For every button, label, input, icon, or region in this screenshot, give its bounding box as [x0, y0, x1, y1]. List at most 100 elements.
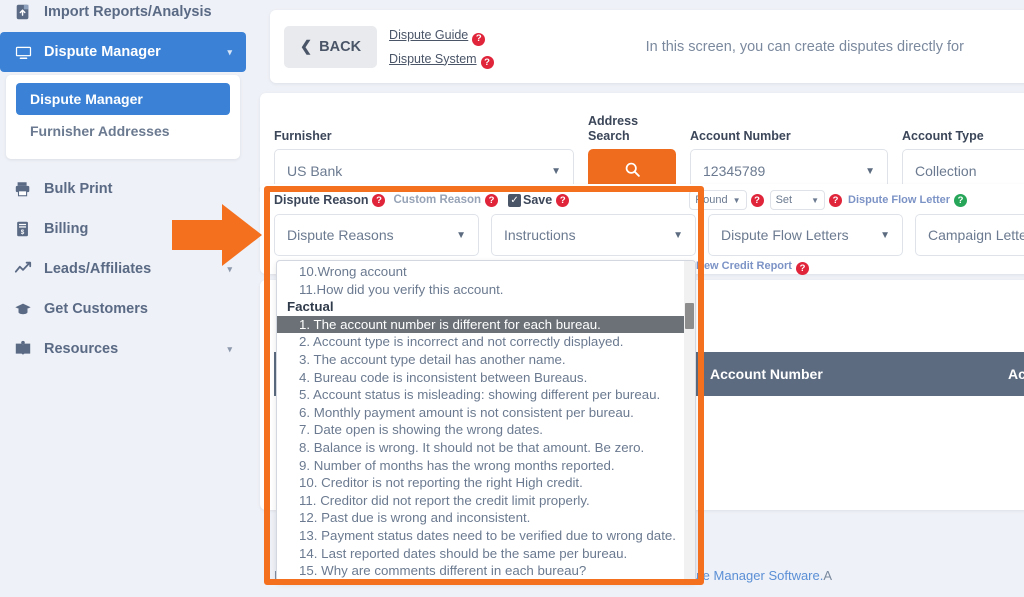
back-button-label: BACK	[319, 38, 362, 55]
dispute-flow-letter-label: Dispute Flow Letter	[848, 194, 951, 206]
save-checkbox[interactable]: ✓	[508, 193, 522, 207]
dropdown-option[interactable]: 14. Last reported dates should be the sa…	[277, 545, 695, 563]
page-topbar: ❮ BACK Dispute Guide? Dispute System? In…	[270, 10, 1024, 83]
custom-reason-label[interactable]: Custom Reason	[393, 194, 481, 206]
sidebar-item-label: Resources	[44, 341, 119, 357]
help-icon[interactable]: ?	[750, 193, 764, 207]
dispute-reasons-select[interactable]: Dispute Reasons ▼	[274, 214, 479, 256]
sidebar-submenu-dispute-manager: Dispute Manager Furnisher Addresses	[6, 75, 240, 159]
chevron-down-icon: ▼	[865, 165, 875, 177]
help-icon[interactable]: ?	[829, 193, 842, 207]
dropdown-option[interactable]: 2. Account type is incorrect and not cor…	[277, 333, 695, 351]
chevron-down-icon: ▼	[811, 195, 819, 205]
set-select[interactable]: Set ▼	[769, 190, 825, 210]
dispute-flow-letters-value: Dispute Flow Letters	[721, 227, 849, 243]
chevron-down-icon: ▼	[456, 229, 466, 241]
round-select-value: Round	[695, 194, 728, 206]
dropdown-option[interactable]: 16. Each bureau is showing a different D…	[277, 580, 695, 582]
dropdown-option[interactable]: 12. Past due is wrong and inconsistent.	[277, 509, 695, 527]
sidebar-item-label: Import Reports/Analysis	[44, 4, 212, 20]
new-credit-report-row: New Credit Report?	[696, 260, 809, 275]
dispute-reason-toolbar: Dispute Reason ? Custom Reason ? ✓ Save …	[260, 184, 1024, 210]
account-number-value: 12345789	[703, 163, 766, 179]
dispute-flow-letters-select[interactable]: Dispute Flow Letters ▼	[708, 214, 903, 256]
sidebar-item-get-customers[interactable]: Get Customers	[0, 289, 246, 329]
dropdown-option[interactable]: 10. Creditor is not reporting the right …	[277, 474, 695, 492]
dropdown-option[interactable]: 13. Payment status dates need to be veri…	[277, 527, 695, 545]
furnisher-select-value: US Bank	[287, 163, 343, 179]
sidebar-item-dispute-manager[interactable]: Dispute Manager ▾	[0, 32, 246, 72]
dropdown-option[interactable]: 11. Creditor did not report the credit l…	[277, 492, 695, 510]
chevron-down-icon: ▾	[227, 46, 232, 57]
chart-line-icon	[14, 260, 34, 278]
sidebar-item-label: Leads/Affiliates	[44, 261, 152, 277]
dropdown-option[interactable]: 1. The account number is different for e…	[277, 315, 695, 334]
monitor-icon	[14, 43, 34, 61]
field-address-search: Address Search	[588, 114, 676, 193]
sidebar-subitem-label: Furnisher Addresses	[30, 123, 170, 139]
help-icon[interactable]: ?	[480, 55, 494, 69]
account-type-value: Collection	[915, 163, 977, 179]
instructions-value: Instructions	[504, 227, 576, 243]
dropdown-scrollbar-thumb[interactable]	[685, 303, 694, 329]
dropdown-option[interactable]: 7. Date open is showing the wrong dates.	[277, 421, 695, 439]
dropdown-option[interactable]: 10.Wrong account	[277, 263, 695, 281]
printer-icon	[14, 180, 34, 198]
dropdown-option[interactable]: 8. Balance is wrong. It should not be th…	[277, 439, 695, 457]
chevron-down-icon: ▼	[551, 165, 561, 177]
chevron-down-icon: ▼	[732, 195, 741, 205]
dispute-reasons-dropdown-list: 10.Wrong account 11.How did you verify th…	[277, 261, 695, 582]
book-icon	[14, 340, 34, 358]
help-icon[interactable]: ?	[472, 32, 486, 46]
furnisher-form-card: Furnisher US Bank ▼ Address Search Accou…	[260, 93, 1024, 193]
dropdown-scrollbar[interactable]	[684, 261, 695, 581]
field-label: Furnisher	[274, 128, 332, 143]
chevron-down-icon: ▼	[880, 229, 890, 241]
round-select[interactable]: Round ▼	[689, 190, 747, 210]
dispute-system-link[interactable]: Dispute System	[389, 50, 477, 68]
dropdown-option[interactable]: 9. Number of months has the wrong months…	[277, 457, 695, 475]
field-label: Account Number	[690, 128, 791, 143]
help-icon[interactable]: ?	[485, 193, 499, 207]
svg-text:$: $	[21, 229, 25, 236]
field-label: Account Type	[902, 128, 984, 143]
dispute-reasons-value: Dispute Reasons	[287, 227, 394, 243]
dispute-reasons-dropdown[interactable]: 10.Wrong account 11.How did you verify th…	[276, 260, 696, 582]
campaign-letters-select[interactable]: Campaign Letters ▼	[915, 214, 1024, 256]
campaign-letters-value: Campaign Letters	[928, 227, 1024, 243]
dropdown-option[interactable]: 15. Why are comments different in each b…	[277, 562, 695, 580]
dispute-reason-selects: Dispute Reasons ▼ Instructions ▼ Dispute…	[260, 210, 1024, 256]
help-icon[interactable]: ?	[372, 193, 386, 207]
sidebar-subitem-furnisher-addresses[interactable]: Furnisher Addresses	[16, 115, 230, 147]
chevron-down-icon: ▼	[673, 229, 683, 241]
save-label: Save	[523, 193, 553, 207]
sidebar-item-label: Get Customers	[44, 301, 148, 317]
column-header-account-number: Account Number	[710, 366, 823, 382]
new-credit-report-label: New Credit Report	[696, 260, 792, 272]
sidebar-item-label: Dispute Manager	[44, 44, 161, 60]
sidebar-subitem-dispute-manager[interactable]: Dispute Manager	[16, 83, 230, 115]
dispute-guide-link[interactable]: Dispute Guide	[389, 26, 468, 44]
arrow-pointer-annotation	[172, 202, 264, 273]
dropdown-option[interactable]: 11.How did you verify this account.	[277, 281, 695, 299]
help-icon[interactable]: ?	[795, 262, 809, 275]
dropdown-option[interactable]: 3. The account type detail has another n…	[277, 351, 695, 369]
help-icon[interactable]: ?	[556, 193, 570, 207]
sidebar-item-resources[interactable]: Resources ▾	[0, 329, 246, 369]
instructions-select[interactable]: Instructions ▼	[491, 214, 696, 256]
import-file-icon	[14, 3, 34, 21]
sidebar-item-label: Bulk Print	[44, 181, 113, 197]
set-select-value: Set	[775, 194, 793, 206]
dropdown-option[interactable]: 5. Account status is misleading: showing…	[277, 386, 695, 404]
back-button[interactable]: ❮ BACK	[284, 25, 378, 68]
dispute-reason-title: Dispute Reason	[274, 193, 369, 207]
dropdown-option[interactable]: 6. Monthly payment amount is not consist…	[277, 404, 695, 422]
chevron-left-icon: ❮	[300, 38, 313, 55]
dropdown-group-label: Factual	[287, 299, 334, 315]
chevron-down-icon: ▾	[227, 343, 232, 354]
help-icon-green[interactable]: ?	[954, 193, 968, 207]
sidebar-item-import-reports-analysis[interactable]: Import Reports/Analysis	[0, 0, 246, 32]
dropdown-option[interactable]: 4. Bureau code is inconsistent between B…	[277, 369, 695, 387]
sidebar: Import Reports/Analysis Dispute Manager …	[0, 0, 246, 597]
app-root: Import Reports/Analysis Dispute Manager …	[0, 0, 1024, 597]
